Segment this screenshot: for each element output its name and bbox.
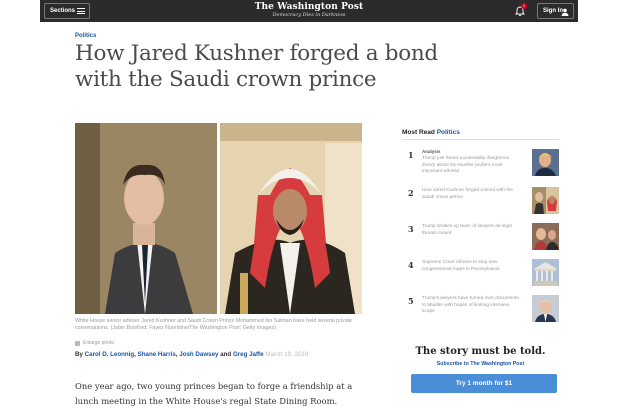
- enlarge-photo-link[interactable]: Enlarge photo: [75, 340, 114, 346]
- article-body: One year ago, two young princes began to…: [75, 381, 353, 406]
- masthead[interactable]: The Washington Post Democracy Dies in Da…: [40, 2, 578, 19]
- most-read-label: Most Read: [402, 129, 435, 136]
- most-read-section[interactable]: Politics: [437, 129, 460, 136]
- logo: The Washington Post: [254, 2, 364, 12]
- most-read-item[interactable]: 3 Trump shakes up team of lawyers as leg…: [402, 223, 559, 253]
- item-label: Analysis: [422, 149, 441, 154]
- sign-in-button[interactable]: Sign In: [537, 3, 574, 19]
- author-link[interactable]: Shane Harris: [138, 351, 176, 358]
- item-text: Supreme Court refuses to stop new congre…: [422, 260, 500, 272]
- publish-date: March 19, 2018: [265, 351, 309, 358]
- item-thumbnail: [532, 149, 559, 176]
- item-number: 3: [408, 224, 414, 234]
- lead-photo[interactable]: [75, 123, 362, 314]
- byline: By Carol D. Leonnig, Shane Harris, Josh …: [75, 351, 309, 358]
- article-headline: How Jared Kushner forged a bond with the…: [75, 41, 438, 92]
- kushner-photo: [75, 123, 217, 314]
- user-icon: [561, 8, 569, 16]
- item-number: 5: [408, 296, 414, 306]
- most-read-heading: Most Read Politics: [402, 129, 460, 136]
- item-thumbnail: [532, 187, 559, 214]
- item-text: Trump shakes up team of lawyers as legal…: [422, 224, 512, 236]
- enlarge-icon: [75, 340, 80, 346]
- subscribe-link[interactable]: Subscribe to The Washington Post: [402, 361, 559, 367]
- most-read-item[interactable]: 1 Analysis Trump just heard a potentiall…: [402, 149, 559, 179]
- item-text: Trump's lawyers have turned over documen…: [422, 296, 519, 314]
- top-navigation-bar: Sections The Washington Post Democracy D…: [40, 0, 578, 22]
- tagline: Democracy Dies in Darkness: [272, 12, 346, 18]
- most-read-item[interactable]: 4 Supreme Court refuses to stop new cong…: [402, 259, 559, 289]
- item-thumbnail: [532, 259, 559, 286]
- byline-and: and: [220, 351, 232, 358]
- item-number: 2: [408, 188, 414, 198]
- author-link[interactable]: Carol D. Leonnig: [85, 351, 135, 358]
- item-number: 4: [408, 260, 414, 270]
- photo-caption: White House senior adviser Jared Kushner…: [75, 318, 353, 331]
- subscribe-cta-title: The story must be told.: [415, 346, 546, 357]
- sign-in-label: Sign In: [543, 8, 563, 14]
- enlarge-label: Enlarge photo: [83, 340, 115, 346]
- byline-prefix: By: [75, 351, 83, 358]
- author-link[interactable]: Josh Dawsey: [179, 351, 218, 358]
- item-number: 1: [408, 150, 414, 160]
- item-thumbnail: [532, 223, 559, 250]
- most-read-item[interactable]: 2 How Jared Kushner forged a bond with t…: [402, 187, 559, 217]
- most-read-item[interactable]: 5 Trump's lawyers have turned over docum…: [402, 295, 559, 325]
- author-link[interactable]: Greg Jaffe: [233, 351, 264, 358]
- subscribe-button[interactable]: Try 1 month for $1: [411, 374, 557, 393]
- item-text: How Jared Kushner forged a bond with the…: [422, 188, 513, 200]
- section-kicker-link[interactable]: Politics: [75, 33, 96, 39]
- item-text: Trump just heard a potentially dangerous…: [422, 156, 510, 174]
- divider: [402, 139, 559, 140]
- crown-prince-photo: [220, 123, 362, 314]
- notification-badge: 1: [521, 3, 527, 9]
- item-thumbnail: [532, 295, 559, 322]
